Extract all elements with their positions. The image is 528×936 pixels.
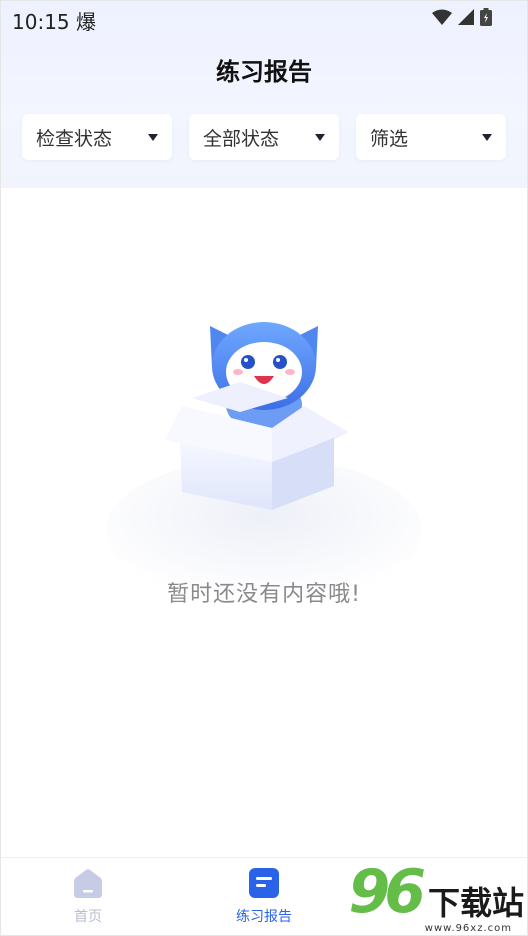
- filter-all-status[interactable]: 全部状态: [189, 114, 339, 160]
- watermark-url: www.96xz.com: [424, 923, 512, 934]
- tab-label: 练习报告: [236, 909, 292, 925]
- filter-label: 全部状态: [203, 127, 280, 150]
- status-bar: 10:15 爆: [0, 0, 528, 36]
- report-icon: [249, 868, 279, 898]
- filter-check-status[interactable]: 检查状态: [22, 114, 172, 160]
- tab-report[interactable]: 练习报告: [214, 868, 314, 926]
- mascot-blush-right: [285, 369, 295, 375]
- filter-screen[interactable]: 筛选: [356, 114, 506, 160]
- filter-label: 筛选: [370, 127, 409, 150]
- filter-label: 检查状态: [36, 127, 113, 150]
- empty-message: 暂时还没有内容哦!: [167, 582, 361, 607]
- caret-down-icon: [148, 133, 158, 141]
- filter-bar: 检查状态 全部状态 筛选: [22, 114, 506, 160]
- mascot-eye-right: [273, 355, 287, 369]
- status-icons: [432, 8, 492, 26]
- tab-label: 首页: [74, 909, 102, 925]
- empty-illustration: [106, 322, 422, 602]
- watermark-number: 96: [348, 857, 425, 927]
- signal-icon: [458, 9, 474, 25]
- caret-down-icon: [315, 133, 325, 141]
- mascot-eye-left: [241, 355, 255, 369]
- mascot-blush-left: [233, 369, 243, 375]
- notification-glyph: 爆: [76, 10, 96, 34]
- watermark-logo: 96 下载站 www.96xz.com: [348, 857, 524, 934]
- header-area: 10:15 爆 练习报告 检查状态 全部状态 筛选: [0, 0, 528, 188]
- home-icon: [74, 869, 102, 898]
- caret-down-icon: [482, 133, 492, 141]
- wifi-icon: [432, 9, 452, 25]
- tab-home[interactable]: 首页: [38, 868, 138, 926]
- battery-icon: [480, 8, 492, 26]
- watermark-text: 下载站: [427, 884, 524, 922]
- page-title: 练习报告: [216, 58, 312, 86]
- status-time: 10:15 爆: [12, 10, 96, 34]
